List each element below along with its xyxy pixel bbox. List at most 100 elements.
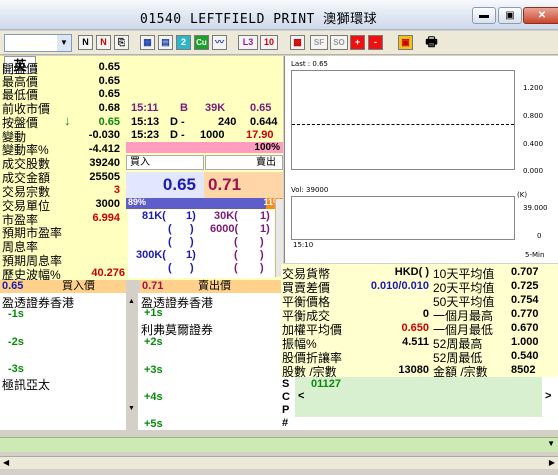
queue-ask: ( bbox=[234, 262, 238, 274]
queue-bid-count: 1) bbox=[186, 210, 196, 222]
scroll-right-icon[interactable]: > bbox=[545, 390, 551, 402]
value-pe: 6.994 bbox=[92, 212, 120, 224]
stat-value: 0.770 bbox=[511, 308, 539, 320]
plus-icon[interactable]: + bbox=[350, 35, 365, 50]
ask-price: 0.71 bbox=[204, 172, 283, 198]
chart-icon[interactable]: 〰 bbox=[212, 35, 227, 50]
bid-header-label: 買入價 bbox=[62, 280, 95, 292]
queue-ask-count: 1) bbox=[260, 210, 270, 222]
sf-button[interactable]: SF bbox=[310, 35, 328, 50]
print-icon[interactable]: 🖶 bbox=[424, 35, 439, 50]
bid-ask-bar: 100% bbox=[126, 142, 283, 153]
stock-code-combo[interactable]: ▼ bbox=[4, 34, 72, 52]
scroll-right-icon[interactable]: ▶ bbox=[549, 458, 555, 467]
quote-panel: 英 開盤價 最高價 最低價 前收市價 按盤價 變動 變動率% 成交股數 成交金額… bbox=[0, 56, 283, 282]
scroll-left-icon[interactable]: ◀ bbox=[3, 458, 9, 467]
trade-price: 17.90 bbox=[246, 129, 274, 141]
maximize-button[interactable]: ▣ bbox=[498, 7, 522, 24]
window-title: 01540 LEFTFIELD PRINT 澳獅環球 bbox=[140, 12, 378, 27]
bid-ratio: 89% bbox=[128, 197, 147, 207]
grid-icon[interactable]: ▦ bbox=[140, 35, 155, 50]
scroll-up-icon[interactable]: ▲ bbox=[128, 298, 135, 305]
queue-bid: 300K( bbox=[136, 249, 166, 261]
new-icon[interactable]: N bbox=[96, 35, 111, 50]
broker-queue-tag: -3s bbox=[8, 363, 24, 375]
price-plot-area bbox=[291, 70, 515, 170]
queue-ask-count: ) bbox=[260, 236, 264, 248]
queue-2-button[interactable]: 2 bbox=[176, 35, 191, 50]
queue-bid: ( bbox=[168, 262, 172, 274]
calculator-icon[interactable]: ▣ bbox=[398, 35, 413, 50]
scp-s-label: S bbox=[282, 378, 290, 390]
broker-queue-tag: +1s bbox=[144, 307, 163, 319]
minus-icon[interactable]: - bbox=[368, 35, 383, 50]
value-low: 0.65 bbox=[98, 88, 120, 100]
bid-price: 0.65 bbox=[126, 172, 204, 198]
queue-ask-count: ) bbox=[260, 249, 264, 261]
related-stock-code[interactable]: 01127 bbox=[311, 378, 341, 390]
queue-bid-count: ) bbox=[190, 223, 194, 235]
ask-header: 0.71 賣出價 bbox=[140, 280, 281, 293]
buy-label: 買入 bbox=[126, 155, 204, 170]
stat-value: 0.707 bbox=[511, 266, 539, 278]
stat-value: 0.670 bbox=[511, 322, 539, 334]
trade-side: B bbox=[180, 102, 188, 114]
trade-volume: 39K bbox=[205, 102, 226, 114]
value-change: -0.030 bbox=[88, 129, 120, 141]
stat-value: 0.540 bbox=[511, 350, 539, 362]
related-panel: S C P # 01127 < > bbox=[281, 377, 558, 430]
trade-side: D - bbox=[170, 129, 185, 141]
chevron-down-icon[interactable]: ▼ bbox=[547, 439, 555, 448]
stat-value: 13080 bbox=[398, 364, 429, 376]
bid-header-price: 0.65 bbox=[2, 280, 24, 292]
minimize-button[interactable]: ▬ bbox=[472, 7, 496, 24]
price-line bbox=[292, 124, 514, 125]
ask-header-price: 0.71 bbox=[142, 280, 164, 292]
y-tick: 1.200 bbox=[523, 84, 544, 92]
queue-bid-count: ) bbox=[190, 262, 194, 274]
queue-bid: ( bbox=[168, 223, 172, 235]
trade-time: 15:11 bbox=[131, 102, 159, 114]
horizontal-scrollbar[interactable]: ◀ ▶ bbox=[0, 456, 558, 469]
scp-p-label: P bbox=[282, 404, 290, 416]
y-tick: 0.400 bbox=[523, 140, 544, 148]
trade-side: D - bbox=[170, 116, 185, 128]
command-input-bar[interactable]: ▼ bbox=[0, 437, 558, 452]
value-volume: 39240 bbox=[89, 157, 120, 169]
value-change-pct: -4.412 bbox=[88, 143, 120, 155]
copy-icon[interactable]: ⎘ bbox=[114, 35, 129, 50]
value-high: 0.65 bbox=[98, 75, 120, 87]
filter-icon[interactable]: ▩ bbox=[290, 35, 305, 50]
scroll-down-icon[interactable]: ▼ bbox=[128, 405, 135, 412]
related-stock-cell[interactable]: 01127 < > bbox=[295, 377, 551, 417]
value-lot-size: 3000 bbox=[95, 198, 120, 210]
value-trades: 3 bbox=[113, 184, 120, 196]
x-axis-label: 15:10 bbox=[293, 241, 314, 249]
broker-queue-tag: +4s bbox=[144, 391, 163, 403]
scroll-left-icon[interactable]: < bbox=[298, 390, 304, 402]
cu-button[interactable]: Cu bbox=[194, 35, 209, 50]
broker-queue-tag: -1s bbox=[8, 308, 24, 320]
close-button[interactable]: ✕ bbox=[523, 7, 558, 24]
stat-value: 1.000 bbox=[511, 336, 539, 348]
broker-name: 極訊亞太 bbox=[2, 378, 51, 392]
queue-bid: ( bbox=[168, 236, 172, 248]
broker-queue-tag: +5s bbox=[144, 418, 163, 430]
last-price-label: Last : 0.65 bbox=[291, 60, 328, 68]
trade-volume: 1000 bbox=[200, 129, 225, 141]
chevron-down-icon[interactable]: ▼ bbox=[57, 35, 71, 51]
toolbar-button-1[interactable]: N bbox=[78, 35, 93, 50]
stat-value: 0.010/0.010 bbox=[370, 280, 429, 292]
y-tick: 0.800 bbox=[523, 112, 544, 120]
l3-button[interactable]: L3 bbox=[238, 35, 258, 50]
ten-button[interactable]: 10 bbox=[260, 35, 278, 50]
y-tick: 0.000 bbox=[523, 167, 544, 175]
so-button[interactable]: SO bbox=[330, 35, 348, 50]
stat-value: 0 bbox=[422, 308, 429, 320]
queue-bid-count: ) bbox=[190, 236, 194, 248]
list-icon[interactable]: ▤ bbox=[158, 35, 173, 50]
broker-scrollbar[interactable]: ▲ ▼ bbox=[126, 280, 138, 430]
bid-header: 0.65 買入價 bbox=[0, 280, 128, 293]
trade-time: 15:13 bbox=[131, 116, 160, 128]
volume-plot-area bbox=[291, 196, 515, 240]
